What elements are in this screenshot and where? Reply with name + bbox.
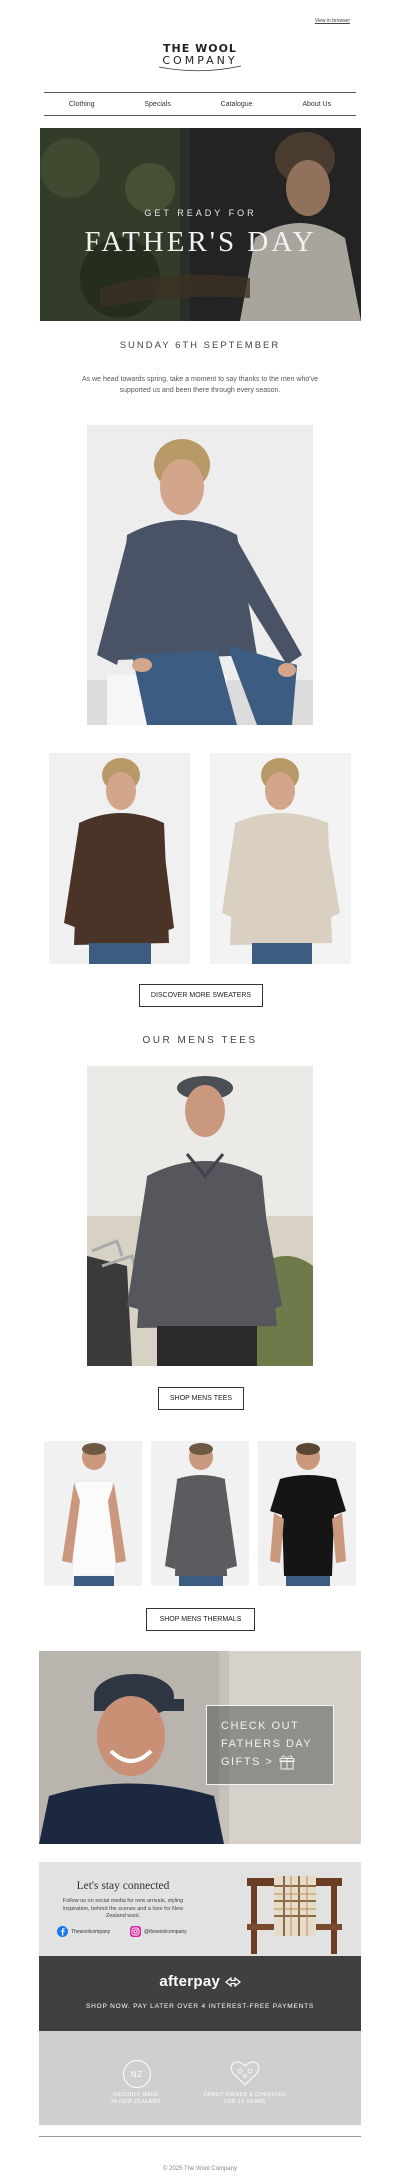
hero-photo (40, 128, 361, 321)
discover-sweaters-button[interactable]: DISCOVER MORE SWEATERS (139, 984, 263, 1007)
facebook-icon (57, 1926, 68, 1937)
made-line-1: PROUDLY MADE (113, 2092, 159, 2098)
event-date: SUNDAY 6TH SEPTEMBER (119, 340, 281, 351)
social-title: Let's stay connected (76, 1880, 170, 1892)
afterpay-wordmark: afterpay (159, 1973, 221, 1990)
made-line-2: IN NEW ZEALAND (111, 2099, 161, 2105)
family-icon (230, 2061, 260, 2086)
gifts-callout-text[interactable]: CHECK OUT FATHERS DAY GIFTS > (221, 1717, 312, 1771)
tees-section-title: OUR MENS TEES (142, 1035, 258, 1046)
shop-mens-thermals-button[interactable]: SHOP MENS THERMALS (146, 1608, 255, 1631)
hero-pretitle: GET READY FOR (144, 208, 257, 218)
gifts-line-2: FATHERS DAY (221, 1738, 313, 1750)
copyright: © 2025 The Wool Company (163, 2166, 237, 2172)
hero-banner[interactable] (40, 128, 361, 321)
family-line-1: FAMILY OWNED & OPERATED (203, 2092, 287, 2098)
afterpay-banner[interactable] (39, 1956, 361, 2031)
afterpay-tagline: SHOP NOW. PAY LATER OVER 4 INTEREST-FREE… (86, 2003, 314, 2010)
product-image-golf-top[interactable] (87, 1066, 313, 1366)
instagram-icon (130, 1926, 141, 1937)
social-body: Follow us on social media for new arriva… (62, 1898, 184, 1919)
product-image-cream-sweater[interactable] (210, 753, 351, 964)
nav-item-about-us[interactable]: About Us (302, 101, 331, 108)
nav-item-specials[interactable]: Specials (144, 101, 170, 108)
family-line-2: FOR 15 YEARS (224, 2099, 266, 2105)
brand-logo[interactable]: THE WOOL COMPANY (0, 42, 400, 73)
product-image-white-singlet[interactable] (44, 1441, 142, 1586)
nav-item-catalogue[interactable]: Catalogue (221, 101, 253, 108)
logo-line-2: COMPANY (162, 54, 238, 67)
product-image-hooded-sweater[interactable] (87, 425, 313, 725)
facebook-handle: Thewoolcompany (71, 1928, 111, 1935)
badges-section (39, 2031, 361, 2125)
product-image-grey-thermal[interactable] (151, 1441, 249, 1586)
shop-mens-tees-button[interactable]: SHOP MENS TEES (158, 1387, 244, 1410)
footer-divider (39, 2136, 361, 2137)
family-owned-label: FAMILY OWNED & OPERATED FOR 15 YEARS (200, 2092, 290, 2106)
afterpay-arrows-icon (224, 1976, 241, 1988)
gifts-line-3: GIFTS > (221, 1756, 274, 1768)
nav-item-clothing[interactable]: Clothing (69, 101, 95, 108)
product-image-black-tee[interactable] (258, 1441, 356, 1586)
main-nav: Clothing Specials Catalogue About Us (44, 92, 356, 116)
intro-text: As we head towards spring, take a moment… (82, 376, 318, 394)
afterpay-logo: afterpay (39, 1973, 361, 1990)
made-in-nz-label: PROUDLY MADE IN NEW ZEALAND (96, 2092, 176, 2106)
instagram-link[interactable]: @thewoolcompany (130, 1926, 187, 1937)
product-image-brown-sweater[interactable] (49, 753, 190, 964)
view-in-browser-link[interactable]: View in browser (315, 18, 350, 24)
instagram-handle: @thewoolcompany (144, 1928, 187, 1935)
gift-icon (279, 1755, 295, 1770)
hero-title: FATHER'S DAY (84, 226, 317, 258)
blanket-chair-image (247, 1876, 342, 1954)
nz-badge-icon: NZ (123, 2060, 151, 2088)
gifts-line-1: CHECK OUT (221, 1720, 300, 1732)
facebook-link[interactable]: Thewoolcompany (57, 1926, 110, 1937)
